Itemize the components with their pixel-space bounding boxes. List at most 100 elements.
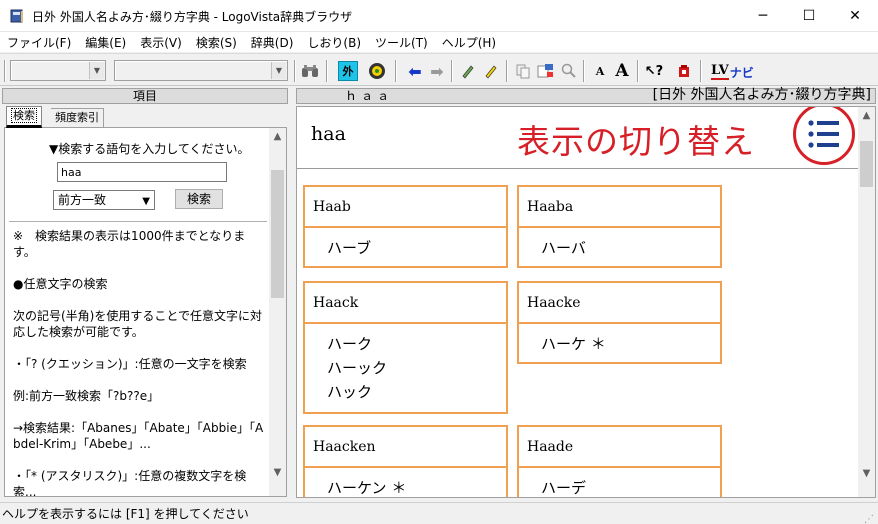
combo-arrow-icon: ▼ (271, 62, 286, 79)
status-bar: ヘルプを表示するには [F1] を押してください ⋰ (0, 502, 878, 524)
content-panel: haa 表示の切り替え Haab ハーブ Haaba ハーバ Haack ハーク… (296, 106, 876, 498)
entry-readings: ハーブ (305, 228, 506, 266)
entry-reading: ハーック (327, 359, 388, 377)
close-button[interactable]: ✕ (832, 0, 878, 31)
entry-name: Haaba (519, 187, 720, 228)
tab-search[interactable]: 検索 (6, 106, 42, 128)
pane-splitter[interactable] (289, 86, 295, 501)
entry-card[interactable]: Haacke ハーケ ＊ (517, 281, 722, 364)
navi-label: ナビ (729, 66, 754, 80)
highlighter-icon[interactable] (481, 61, 501, 81)
toolbar-separator (506, 60, 508, 82)
app-window: 日外 外国人名よみ方･綴り方字典 - LogoVista辞典ブラウザ ─ ☐ ✕… (0, 0, 878, 524)
divider (297, 168, 859, 169)
entry-name: Haab (305, 187, 506, 228)
menu-file[interactable]: ファイル(F) (0, 34, 78, 51)
toolbar-grip (4, 60, 6, 82)
divider (9, 221, 267, 222)
forward-arrow-icon[interactable]: ➡ (427, 61, 447, 81)
search-input[interactable] (57, 162, 227, 182)
entry-card[interactable]: Haab ハーブ (303, 185, 508, 268)
scroll-thumb[interactable] (860, 141, 873, 187)
tab-frequency-index[interactable]: 頻度索引 (51, 108, 104, 128)
menu-search[interactable]: 検索(S) (189, 34, 244, 51)
entry-readings: ハーバ (519, 228, 720, 266)
scroll-thumb[interactable] (271, 170, 284, 298)
entry-card[interactable]: Haack ハーク ハーック ハック (303, 281, 508, 414)
entry-name: Haade (519, 427, 720, 468)
entry-name: Haack (305, 283, 506, 324)
view-toggle-button[interactable] (793, 107, 855, 165)
combo-arrow-icon: ▼ (89, 62, 104, 79)
scroll-up-icon[interactable]: ▲ (269, 128, 286, 145)
toolbar-separator (395, 60, 397, 82)
entry-reading: ハーケン ＊ (327, 479, 407, 497)
menu-bar: ファイル(F) 編集(E) 表示(V) 検索(S) 辞典(D) しおり(B) ツ… (0, 32, 878, 52)
lv-navi-button[interactable]: LV ナビ (711, 62, 754, 80)
toolbar-separator (637, 60, 639, 82)
foreign-dictionary-button[interactable]: 外 (338, 61, 358, 81)
title-bar: 日外 外国人名よみ方･綴り方字典 - LogoVista辞典ブラウザ ─ ☐ ✕ (0, 0, 878, 32)
pencil-icon[interactable] (458, 61, 478, 81)
index-tabs: 検索 頻度索引 (2, 106, 288, 128)
entry-card[interactable]: Haade ハーデ (517, 425, 722, 497)
toolbar-separator (294, 60, 296, 82)
resize-grip-icon[interactable]: ⋰ (864, 509, 876, 524)
entry-name: Haacke (519, 283, 720, 324)
search-button[interactable]: 検索 (175, 189, 223, 209)
entry-readings: ハーケ ＊ (519, 324, 720, 362)
entry-reading: ハーケ ＊ (541, 335, 606, 353)
context-help-icon[interactable]: ↖? (644, 61, 664, 81)
binoculars-icon[interactable] (300, 61, 320, 81)
toolbar: ▼ ▼ 外 ⬅ ➡ A A ↖? LV ナビ (0, 53, 878, 86)
menu-help[interactable]: ヘルプ(H) (435, 34, 503, 51)
menu-bookmark[interactable]: しおり(B) (300, 34, 368, 51)
annotation-label: 表示の切り替え (517, 122, 755, 161)
dictionary-group-combo[interactable]: ▼ (10, 60, 106, 81)
entry-card[interactable]: Haacken ハーケン ＊ (303, 425, 508, 497)
zoom-icon[interactable] (559, 61, 579, 81)
scroll-down-icon[interactable]: ▼ (858, 465, 875, 482)
entry-reading: ハーバ (541, 239, 586, 257)
scroll-down-icon[interactable]: ▼ (269, 464, 286, 481)
back-arrow-icon[interactable]: ⬅ (405, 61, 425, 81)
tab-search-label: 検索 (11, 108, 37, 123)
maximize-button[interactable]: ☐ (786, 0, 832, 31)
match-mode-select[interactable]: 前方一致 ▼ (53, 190, 155, 210)
entry-readings: ハーデ (519, 468, 720, 497)
history-combo[interactable]: ▼ (114, 60, 288, 81)
entry-readings: ハーケン ＊ (305, 468, 506, 497)
menu-view[interactable]: 表示(V) (133, 34, 189, 51)
content-pane-header: ｈａａ [日外 外国人名よみ方･綴り方字典] (296, 87, 876, 104)
toolbar-separator (326, 60, 328, 82)
multi-dictionary-icon[interactable] (367, 61, 387, 81)
entry-card[interactable]: Haaba ハーバ (517, 185, 722, 268)
headword: haa (311, 123, 346, 145)
entry-readings: ハーク ハーック ハック (305, 324, 506, 412)
menu-tools[interactable]: ツール(T) (368, 34, 435, 51)
toolbar-separator (700, 60, 702, 82)
font-larger-button[interactable]: A (612, 61, 632, 81)
app-book-icon[interactable] (9, 8, 25, 24)
menu-dictionary[interactable]: 辞典(D) (244, 34, 301, 51)
entry-name: Haacken (305, 427, 506, 468)
dictionary-red-icon[interactable] (674, 61, 694, 81)
toolbar-separator (451, 60, 453, 82)
menu-edit[interactable]: 編集(E) (78, 34, 133, 51)
window-title: 日外 外国人名よみ方･綴り方字典 - LogoVista辞典ブラウザ (32, 10, 353, 24)
scroll-up-icon[interactable]: ▲ (858, 107, 875, 124)
current-word: ｈａａ (345, 89, 394, 103)
entry-reading: ハーデ (541, 479, 587, 497)
font-smaller-button[interactable]: A (590, 61, 610, 81)
entry-reading: ハック (327, 383, 373, 401)
search-help-text: ※ 検索結果の表示は1000件までとなります。 ●任意文字の検索 次の記号(半角… (13, 229, 264, 497)
content-scrollbar[interactable]: ▲ ▼ (858, 107, 875, 497)
minimize-button[interactable]: ─ (740, 0, 786, 31)
print-preview-icon[interactable] (536, 61, 556, 81)
match-mode-value: 前方一致 (58, 193, 107, 207)
chevron-down-icon: ▼ (142, 196, 150, 207)
left-scrollbar[interactable]: ▲ ▼ (269, 128, 286, 496)
entry-reading: ハーク (327, 335, 373, 353)
toolbar-separator (583, 60, 585, 82)
copy-icon[interactable] (513, 61, 533, 81)
